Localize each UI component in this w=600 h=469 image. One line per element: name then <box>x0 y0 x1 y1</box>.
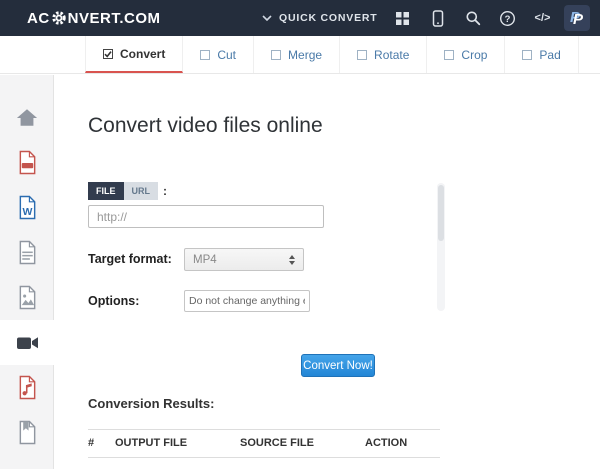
sidebar-item-ebook[interactable] <box>0 410 54 455</box>
col-header-action: ACTION <box>365 437 440 449</box>
svg-text:W: W <box>22 206 32 218</box>
logo[interactable]: AC NVERT.COM <box>27 10 161 27</box>
sidebar-item-document[interactable] <box>0 230 54 275</box>
document-file-icon <box>17 240 38 265</box>
quick-convert-menu[interactable]: QUICK CONVERT <box>262 0 378 36</box>
aconvert-app: AC NVERT.COM QUICK CONVERT <box>0 0 600 469</box>
logo-text-ac: AC <box>27 10 50 27</box>
source-tab-file[interactable]: FILE <box>88 182 124 200</box>
select-arrows-icon <box>289 255 295 265</box>
sidebar-item-video[interactable] <box>0 320 54 365</box>
chevron-down-icon <box>262 15 272 21</box>
sidebar-item-pdf[interactable] <box>0 140 54 185</box>
help-icon[interactable]: ? <box>490 0 525 36</box>
convert-now-button[interactable]: Convert Now! <box>301 354 375 377</box>
apps-grid-icon[interactable] <box>385 0 420 36</box>
tab-merge[interactable]: Merge <box>254 36 340 73</box>
checkbox-icon <box>522 50 532 60</box>
sidebar-item-word[interactable]: W <box>0 185 54 230</box>
conversion-results-title: Conversion Results: <box>88 396 214 411</box>
video-icon <box>16 330 39 356</box>
page-title: Convert video files online <box>88 114 323 138</box>
image-file-icon <box>17 285 38 310</box>
source-colon: : <box>163 184 167 198</box>
sidebar-item-home[interactable] <box>0 95 54 140</box>
options-label: Options: <box>88 294 139 308</box>
sidebar-item-image[interactable] <box>0 275 54 320</box>
ebook-file-icon <box>17 420 38 445</box>
col-header-output-file: OUTPUT FILE <box>115 437 240 449</box>
audio-file-icon <box>17 375 38 400</box>
tab-crop[interactable]: Crop <box>427 36 505 73</box>
tab-label: Convert <box>120 47 165 61</box>
filetype-sidebar: W <box>0 75 54 469</box>
checkbox-icon <box>200 50 210 60</box>
checkbox-icon <box>357 50 367 60</box>
svg-text:?: ? <box>505 13 511 24</box>
tab-label: Merge <box>288 48 322 62</box>
tab-cut[interactable]: Cut <box>183 36 254 73</box>
search-icon[interactable] <box>455 0 490 36</box>
code-icon[interactable]: </> <box>525 0 560 36</box>
source-toggle: FILE URL : <box>88 182 167 200</box>
word-file-icon: W <box>17 195 38 220</box>
form-scrollbar[interactable] <box>437 183 445 311</box>
tab-rotate[interactable]: Rotate <box>340 36 427 73</box>
tab-label: Pad <box>539 48 560 62</box>
target-format-select[interactable]: MP4 <box>184 248 304 271</box>
results-table-header-row: # OUTPUT FILE SOURCE FILE ACTION <box>88 430 440 458</box>
tab-label: Crop <box>461 48 487 62</box>
quick-convert-label: QUICK CONVERT <box>279 12 378 24</box>
topbar-icon-group: ? </> P P <box>385 0 594 36</box>
col-header-source-file: SOURCE FILE <box>240 437 365 449</box>
checkbox-icon <box>444 50 454 60</box>
tab-label: Rotate <box>374 48 409 62</box>
scrollbar-thumb[interactable] <box>438 185 444 241</box>
paypal-box: P P <box>564 5 590 31</box>
target-format-value: MP4 <box>193 254 289 266</box>
tab-label: Cut <box>217 48 236 62</box>
home-icon <box>16 107 38 128</box>
results-table: # OUTPUT FILE SOURCE FILE ACTION <box>88 429 440 458</box>
checkbox-checked-icon <box>103 49 113 59</box>
sidebar-item-audio[interactable] <box>0 365 54 410</box>
tab-convert[interactable]: Convert <box>85 36 183 73</box>
topbar: AC NVERT.COM QUICK CONVERT <box>0 0 600 36</box>
gear-icon <box>51 10 67 26</box>
checkbox-icon <box>271 50 281 60</box>
url-input[interactable] <box>88 205 324 228</box>
tool-tabbar: Convert Cut Merge Rotate Crop Pad <box>0 36 600 74</box>
logo-text-rest: NVERT.COM <box>68 10 161 27</box>
options-input[interactable] <box>184 290 310 312</box>
device-icon[interactable] <box>420 0 455 36</box>
paypal-icon[interactable]: P P <box>560 0 594 36</box>
source-tab-url[interactable]: URL <box>124 182 159 200</box>
col-header-number: # <box>88 437 115 449</box>
pdf-file-icon <box>17 150 38 175</box>
target-format-label: Target format: <box>88 252 172 266</box>
tab-pad[interactable]: Pad <box>505 36 578 73</box>
code-glyph: </> <box>535 12 551 24</box>
